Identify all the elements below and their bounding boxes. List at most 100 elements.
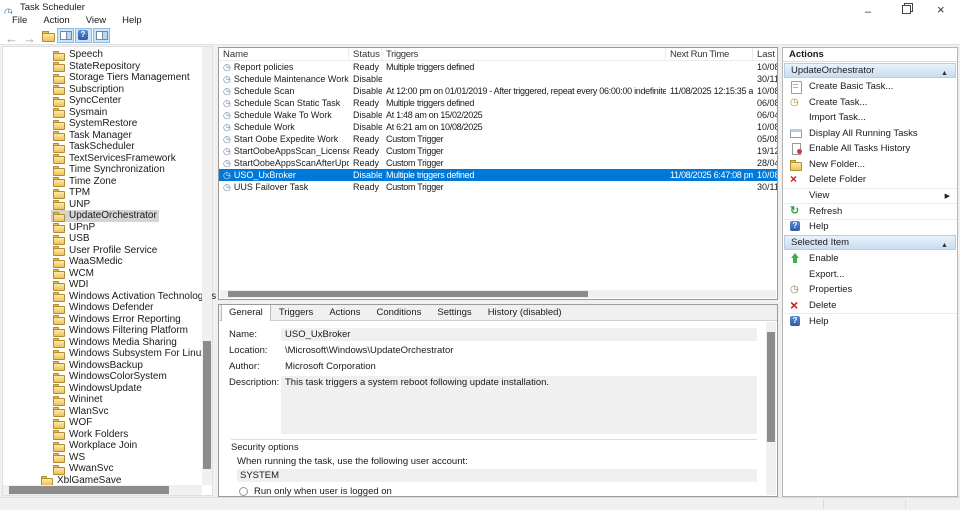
scrollbar-thumb[interactable] [767,332,775,442]
action-item[interactable]: New Folder... [783,157,957,173]
tree-folder-item[interactable]: SyncCenter [51,95,123,107]
tree-folder-item[interactable]: WlanSvc [51,406,110,418]
action-item[interactable]: Help [783,219,957,235]
tree-folder-item[interactable]: SystemRestore [51,118,139,130]
toolbar-button[interactable] [21,28,38,43]
column-header-status[interactable]: Status [349,48,382,60]
action-item[interactable]: Help [783,313,957,329]
table-row[interactable]: Schedule Scan Disabled At 12:00 pm on 01… [219,85,777,97]
details-tab[interactable]: Conditions [368,304,429,320]
action-item[interactable]: Enable All Tasks History [783,141,957,157]
tree-folder-item[interactable]: WindowsUpdate [51,383,144,395]
details-vertical-scrollbar[interactable] [766,322,776,495]
action-item[interactable]: Import Task... [783,110,957,126]
window-control-button[interactable] [852,0,888,14]
tree-folder-item[interactable]: Storage Tiers Management [51,72,192,84]
table-row[interactable]: Schedule Maintenance Work Disabled 30/11… [219,73,777,85]
toolbar-button[interactable] [39,28,56,43]
column-header-triggers[interactable]: Triggers [382,48,666,60]
action-item[interactable]: Export... [783,267,957,283]
tree-folder-item[interactable]: Time Zone [51,176,118,188]
tree-folder-item[interactable]: Workplace Join [51,440,139,452]
tree-folder-item[interactable]: Windows Error Reporting [51,314,183,326]
table-row[interactable]: Start Oobe Expedite Work Ready Custom Tr… [219,133,777,145]
window-control-button[interactable] [924,0,960,14]
tree-folder-item[interactable]: TPM [51,187,92,199]
details-tab[interactable]: History (disabled) [480,304,570,320]
tree-folder-item[interactable]: WaaSMedic [51,256,125,268]
tree-folder-item[interactable]: WwanSvc [51,463,115,475]
toolbar-button[interactable] [75,28,92,43]
toolbar-button[interactable] [93,28,110,43]
task-list-horizontal-scrollbar[interactable] [220,290,776,298]
tree-vertical-scrollbar[interactable] [202,47,212,485]
table-row[interactable]: USO_UxBroker Disabled Multiple triggers … [219,169,777,181]
table-row[interactable]: StartOobeAppsScanAfterUpdate Ready Custo… [219,157,777,169]
table-row[interactable]: StartOobeAppsScan_LicenseAccept... Ready… [219,145,777,157]
run-only-logged-on-radio[interactable] [239,487,248,496]
details-tab[interactable]: Actions [321,304,368,320]
tree-folder-item[interactable]: Windows Activation Technologies [51,291,218,303]
action-item[interactable]: Create Basic Task... [783,79,957,95]
tree-folder-item[interactable]: TextServicesFramework [51,153,178,165]
scrollbar-thumb[interactable] [203,341,211,469]
tree-folder-item[interactable]: WS [51,452,87,464]
tree-folder-item[interactable]: Windows Subsystem For Linux [51,348,208,360]
tree-folder-item[interactable]: TaskScheduler [51,141,137,153]
column-header-name[interactable]: Name [219,48,349,60]
tree-folder-item[interactable]: User Profile Service [51,245,159,257]
tree-folder-item[interactable]: Subscription [51,84,126,96]
tree-folder-item[interactable]: Windows Filtering Platform [51,325,190,337]
tree-folder-item[interactable]: StateRepository [51,61,142,73]
tree-folder-item[interactable]: UNP [51,199,92,211]
details-tab[interactable]: General [221,304,271,321]
tree-folder-item[interactable]: WDI [51,279,90,291]
window-control-button[interactable] [888,0,924,14]
toolbar-button[interactable] [57,28,74,43]
action-item[interactable]: Properties [783,282,957,298]
actions-group-header-updateorchestrator[interactable]: UpdateOrchestrator [784,63,956,78]
details-tab[interactable]: Settings [429,304,479,320]
menu-item[interactable]: View [78,15,114,26]
tree-folder-item[interactable]: UpdateOrchestrator [51,210,159,222]
menu-item[interactable]: Help [114,15,150,26]
table-row[interactable]: Report policies Ready Multiple triggers … [219,61,777,73]
table-row[interactable]: Schedule Wake To Work Disabled At 1:48 a… [219,109,777,121]
action-item[interactable]: View [783,188,957,204]
tree-folder-item[interactable]: Time Synchronization [51,164,167,176]
action-item[interactable]: Create Task... [783,95,957,111]
toolbar-button[interactable] [3,28,20,43]
action-item[interactable]: Delete [783,298,957,314]
tree-folder-item[interactable]: WindowsColorSystem [51,371,169,383]
tree-folder-item[interactable]: WOF [51,417,94,429]
menu-item[interactable]: Action [35,15,77,26]
tree-folder-item[interactable]: Work Folders [51,429,130,441]
tree-folder-item[interactable]: Wininet [51,394,104,406]
task-next-run-time: 11/08/2025 12:15:35 am [666,85,753,97]
tree-folder-item[interactable]: WindowsBackup [51,360,145,372]
tree-folder-item[interactable]: Windows Media Sharing [51,337,179,349]
tree-horizontal-scrollbar[interactable] [3,485,202,495]
details-tab[interactable]: Triggers [271,304,322,320]
action-item[interactable]: Enable [783,251,957,267]
action-item-label: Export... [809,269,844,280]
tree-folder-item[interactable]: Windows Defender [51,302,155,314]
actions-group-header-selected-item[interactable]: Selected Item [784,235,956,250]
menu-item[interactable]: File [4,15,35,26]
scrollbar-thumb[interactable] [9,486,169,494]
action-item[interactable]: Delete Folder [783,172,957,188]
tree-folder-item[interactable]: Sysmain [51,107,109,119]
tree-folder-item[interactable]: UPnP [51,222,97,234]
column-header-next-run-time[interactable]: Next Run Time [666,48,753,60]
tree-folder-item[interactable]: WCM [51,268,96,280]
tree-folder-item[interactable]: Task Manager [51,130,134,142]
table-row[interactable]: Schedule Work Disabled At 6:21 am on 10/… [219,121,777,133]
table-row[interactable]: UUS Failover Task Ready Custom Trigger 3… [219,181,777,193]
action-item[interactable]: Display All Running Tasks [783,126,957,142]
tree-folder-item[interactable]: USB [51,233,92,245]
tree-folder-item[interactable]: Speech [51,49,105,61]
table-row[interactable]: Schedule Scan Static Task Ready Multiple… [219,97,777,109]
scrollbar-thumb[interactable] [228,291,588,297]
action-item[interactable]: Refresh [783,203,957,219]
column-header-last-run-time[interactable]: Last Run Time [753,48,777,60]
